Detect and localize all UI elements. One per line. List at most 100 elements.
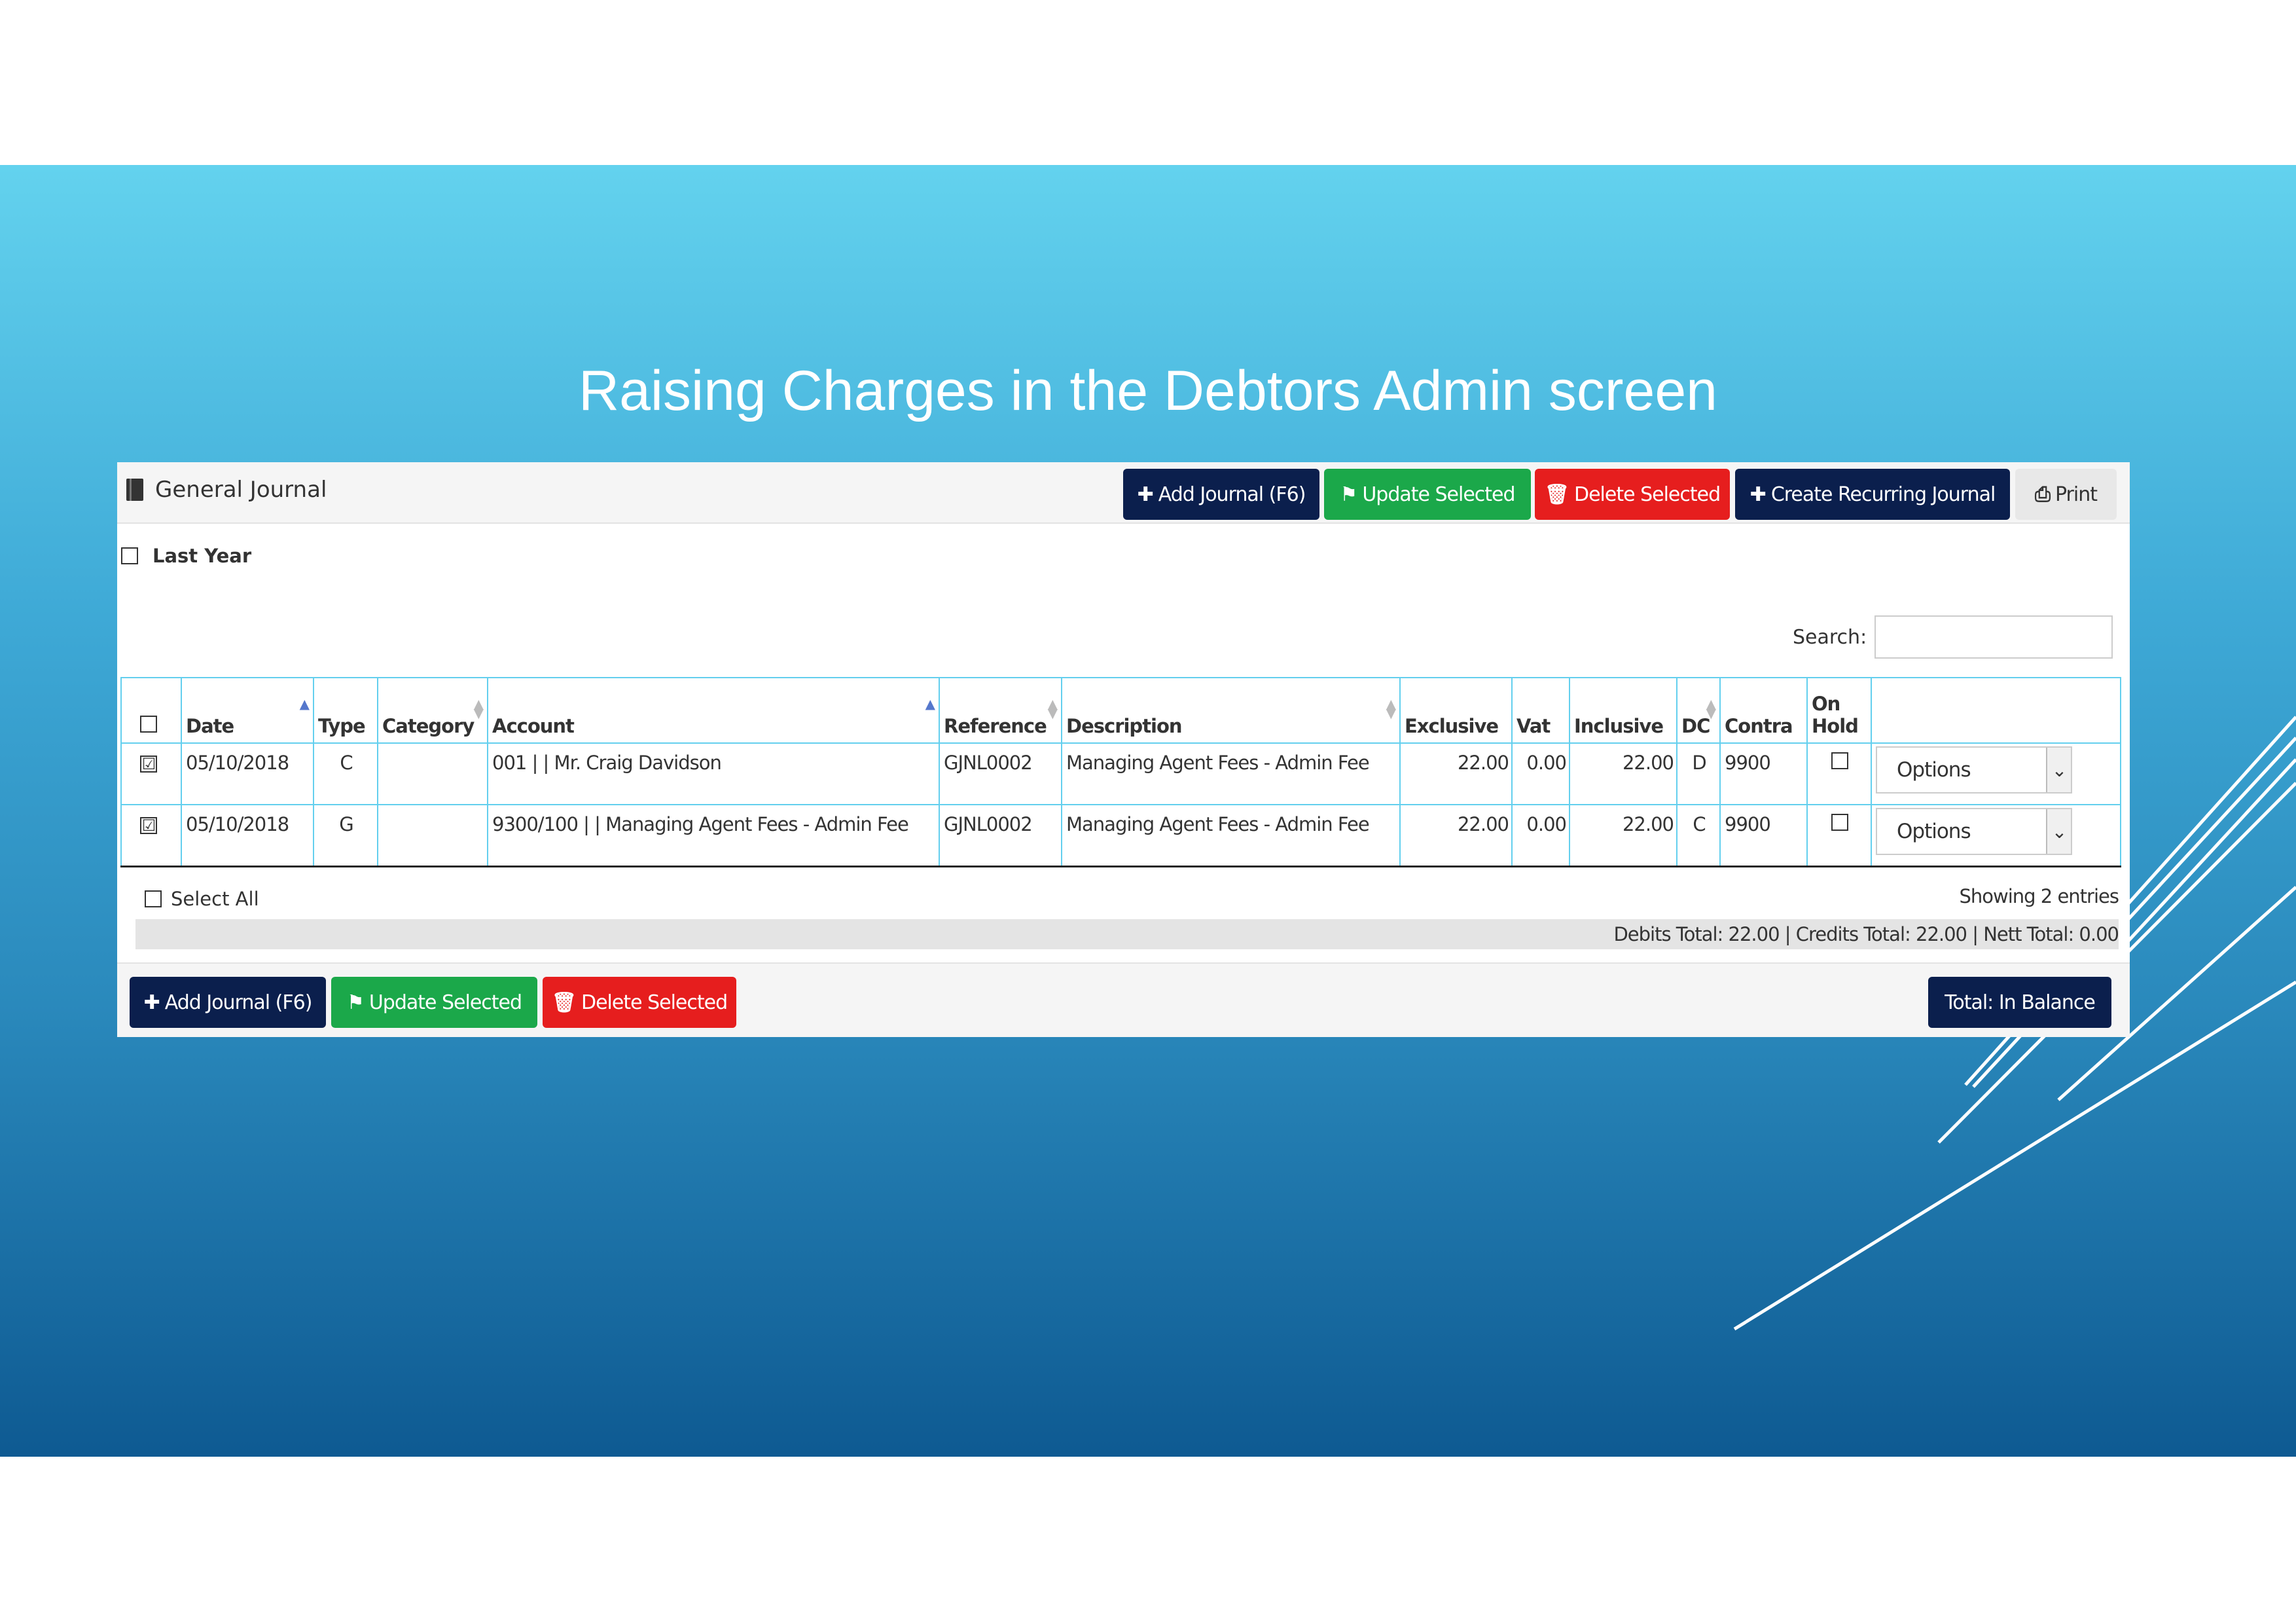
header-select-cell [120,677,182,744]
add-journal-button[interactable]: ✚ Add Journal (F6) [1123,469,1319,520]
account-cell: 9300/100 | | Managing Agent Fees - Admin… [487,804,940,867]
trash-icon: 🗑 [551,991,577,1014]
panel-title-label: General Journal [155,477,327,503]
row-select-checkbox[interactable]: ☑ [140,817,157,834]
column-header-vat[interactable]: Vat [1511,677,1570,744]
print-label: Print [2054,483,2098,506]
footer-delete-selected-button[interactable]: 🗑 Delete Selected [543,977,736,1028]
update-selected-label: Update Selected [1362,483,1515,506]
book-icon [126,479,143,501]
vat-cell: 0.00 [1511,742,1570,805]
flag-icon: ⚑ [346,991,365,1014]
type-cell: C [313,742,378,805]
inclusive-header-label: Inclusive [1574,715,1664,737]
footer-update-selected-label: Update Selected [368,991,522,1014]
table-row[interactable]: ☑ 05/10/2018 C 001 | | Mr. Craig Davidso… [120,742,2121,805]
last-year-toggle[interactable]: Last Year [121,545,251,567]
contra-header-label: Contra [1725,715,1793,737]
slide-title: Raising Charges in the Debtors Admin scr… [579,359,1717,422]
category-header-label: Category [382,715,475,737]
search-input[interactable] [1874,615,2113,659]
column-header-options [1871,677,2121,744]
column-header-inclusive[interactable]: Inclusive [1569,677,1677,744]
sort-asc-icon: ▲ [925,696,935,712]
select-all-checkbox[interactable] [145,890,162,907]
footer-add-journal-label: Add Journal (F6) [164,991,313,1014]
dc-cell: C [1676,804,1721,867]
column-header-date[interactable]: Date ▲ [181,677,314,744]
on-hold-checkbox[interactable] [1831,814,1848,831]
column-header-dc[interactable]: DC ▲ ▼ [1676,677,1721,744]
category-cell [377,804,488,867]
account-header-label: Account [492,715,575,737]
footer-update-selected-button[interactable]: ⚑ Update Selected [331,977,537,1028]
flag-icon: ⚑ [1340,483,1357,506]
column-header-reference[interactable]: Reference ▲ ▼ [939,677,1062,744]
contra-cell: 9900 [1719,742,1808,805]
sort-icon: ▲ ▼ [473,696,484,721]
chevron-down-icon: ⌄ [2046,748,2071,792]
options-select[interactable]: Options ⌄ [1876,746,2072,793]
plus-icon: ✚ [143,991,160,1014]
print-button[interactable]: ⎙ Print [2015,469,2117,520]
row-select-checkbox[interactable]: ☑ [140,756,157,773]
date-cell: 05/10/2018 [181,804,314,867]
column-header-category[interactable]: Category ▲ ▼ [377,677,488,744]
select-all-toggle[interactable]: Select All [145,888,259,910]
sort-icon: ▲ ▼ [1386,696,1396,721]
inclusive-cell: 22.00 [1569,804,1677,867]
footer-add-journal-button[interactable]: ✚ Add Journal (F6) [130,977,326,1028]
on-hold-header-line1: On [1812,693,1840,715]
reference-cell: GJNL0002 [939,742,1062,805]
type-cell: G [313,804,378,867]
row-select-cell: ☑ [120,804,182,867]
create-recurring-journal-button[interactable]: ✚ Create Recurring Journal [1735,469,2010,520]
footer-delete-selected-label: Delete Selected [581,991,728,1014]
column-header-account[interactable]: Account ▲ [487,677,940,744]
contra-cell: 9900 [1719,804,1808,867]
panel-header: General Journal ✚ Add Journal (F6) ⚑ Upd… [117,462,2130,524]
on-hold-cell [1806,742,1872,805]
on-hold-cell [1806,804,1872,867]
column-header-type[interactable]: Type [313,677,378,744]
description-header-label: Description [1066,715,1183,737]
vat-cell: 0.00 [1511,804,1570,867]
vat-header-label: Vat [1516,715,1551,737]
general-journal-panel: General Journal ✚ Add Journal (F6) ⚑ Upd… [117,462,2130,1037]
options-select[interactable]: Options ⌄ [1876,808,2072,855]
last-year-checkbox[interactable] [121,547,138,564]
delete-selected-button[interactable]: 🗑 Delete Selected [1535,469,1730,520]
exclusive-header-label: Exclusive [1405,715,1499,737]
column-header-contra[interactable]: Contra [1719,677,1808,744]
column-header-exclusive[interactable]: Exclusive [1399,677,1513,744]
dc-cell: D [1676,742,1721,805]
journal-table: Date ▲ Type Category ▲ ▼ Account ▲ Reference… [120,677,2121,867]
exclusive-cell: 22.00 [1399,742,1513,805]
account-cell: 001 | | Mr. Craig Davidson [487,742,940,805]
update-selected-button[interactable]: ⚑ Update Selected [1324,469,1531,520]
sort-asc-icon: ▲ [299,696,310,712]
options-label: Options [1897,758,1971,782]
on-hold-header-line2: Hold [1812,715,1859,737]
type-header-label: Type [318,715,366,737]
delete-selected-label: Delete Selected [1573,483,1721,506]
on-hold-checkbox[interactable] [1831,752,1848,769]
printer-icon: ⎙ [2034,483,2051,506]
add-journal-label: Add Journal (F6) [1158,483,1306,506]
sort-icon: ▲ ▼ [1047,696,1058,721]
description-cell: Managing Agent Fees - Admin Fee [1061,804,1401,867]
description-cell: Managing Agent Fees - Admin Fee [1061,742,1401,805]
table-row[interactable]: ☑ 05/10/2018 G 9300/100 | | Managing Age… [120,804,2121,867]
panel-title: General Journal [126,477,327,503]
header-select-checkbox[interactable] [140,716,157,733]
options-cell: Options ⌄ [1871,742,2121,805]
total-in-balance-button[interactable]: Total: In Balance [1928,977,2111,1028]
chevron-down-icon: ⌄ [2046,809,2071,854]
column-header-on-hold[interactable]: On Hold [1806,677,1872,744]
totals-summary: Debits Total: 22.00 | Credits Total: 22.… [1613,923,2119,945]
category-cell [377,742,488,805]
search-row: Search: [1793,615,2113,659]
options-label: Options [1897,820,1971,843]
column-header-description[interactable]: Description ▲ ▼ [1061,677,1401,744]
options-cell: Options ⌄ [1871,804,2121,867]
